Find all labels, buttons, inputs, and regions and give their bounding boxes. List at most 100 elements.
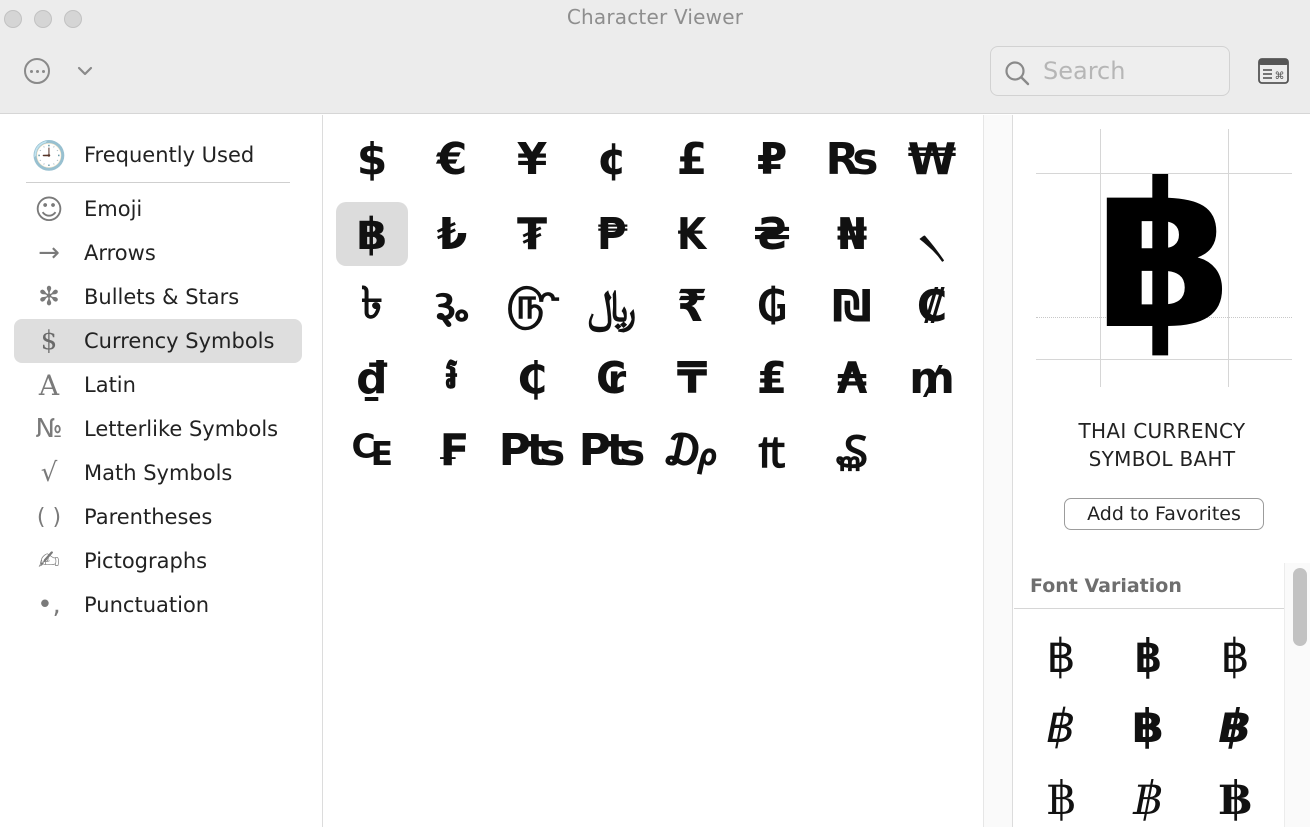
character-cell[interactable]: ₧ — [576, 418, 648, 482]
character-cell[interactable]: ₠ — [336, 418, 408, 482]
smiley-icon: ☺ — [34, 192, 64, 226]
sidebar-item-label: Pictographs — [84, 549, 208, 573]
category-sidebar: 🕘 Frequently Used ☺ Emoji → Arrows ✻ Bullets & … — [0, 115, 323, 827]
character-name: THAI CURRENCY SYMBOL BAHT — [1014, 417, 1310, 473]
sidebar-separator — [26, 182, 290, 183]
font-variation-cell[interactable]: ฿ — [1113, 765, 1183, 827]
character-name-line-1: THAI CURRENCY — [1078, 419, 1246, 443]
character-cell[interactable]: ৲ — [896, 202, 968, 266]
character-cell[interactable]: ₺ — [416, 202, 488, 266]
arrow-right-icon: → — [38, 238, 60, 268]
sidebar-item-label: Latin — [84, 373, 136, 397]
sidebar-item-bullets-stars[interactable]: ✻ Bullets & Stars — [14, 275, 302, 319]
font-variation-cell[interactable]: ฿ — [1113, 693, 1183, 759]
ellipsis-dot — [35, 69, 39, 73]
sidebar-item-label: Arrows — [84, 241, 156, 265]
add-to-favorites-button[interactable]: Add to Favorites — [1064, 498, 1264, 530]
character-cell[interactable]: ₫ — [336, 346, 408, 410]
character-cell[interactable]: ₶ — [736, 418, 808, 482]
font-variation-separator — [1014, 608, 1284, 609]
sidebar-item-frequently-used[interactable]: 🕘 Frequently Used — [14, 133, 302, 177]
search-input[interactable] — [1043, 55, 1219, 87]
character-cell[interactable]: ₪ — [816, 274, 888, 338]
character-name-line-2: SYMBOL BAHT — [1088, 447, 1236, 471]
font-variation-cell[interactable]: ฿ — [1113, 623, 1183, 689]
detail-scrollbar-thumb[interactable] — [1293, 568, 1307, 646]
character-cell[interactable]: ₳ — [816, 346, 888, 410]
sidebar-item-label: Bullets & Stars — [84, 285, 240, 309]
sidebar-item-punctuation[interactable]: •, Punctuation — [14, 583, 302, 627]
sidebar-item-label: Emoji — [84, 197, 143, 221]
character-cell[interactable]: ₸ — [656, 346, 728, 410]
sidebar-item-letterlike-symbols[interactable]: № Letterlike Symbols — [14, 407, 302, 451]
sidebar-item-label: Currency Symbols — [84, 329, 275, 353]
character-cell[interactable]: ₧ — [496, 418, 568, 482]
character-cell[interactable]: ₣ — [416, 418, 488, 482]
punctuation-icon: •, — [37, 590, 61, 620]
chevron-down-icon[interactable] — [76, 62, 94, 80]
sidebar-item-emoji[interactable]: ☺ Emoji — [14, 187, 302, 231]
sidebar-item-parentheses[interactable]: ( ) Parentheses — [14, 495, 302, 539]
search-field[interactable] — [990, 46, 1230, 96]
character-cell[interactable]: ₢ — [576, 346, 648, 410]
parentheses-icon: ( ) — [36, 504, 62, 530]
character-cell[interactable]: ₷ — [816, 418, 888, 482]
character-cell[interactable]: ៛ — [416, 346, 488, 410]
character-cell[interactable]: ₡ — [896, 274, 968, 338]
svg-text:⌘: ⌘ — [1275, 71, 1285, 82]
character-cell[interactable]: ₥ — [896, 346, 968, 410]
title-bar: Character Viewer ⌘ — [0, 0, 1310, 114]
font-variation-header: Font Variation — [1030, 575, 1182, 597]
glyph-preview: ฿ — [1036, 129, 1292, 387]
font-variation-cell[interactable]: ฿ — [1026, 693, 1096, 759]
character-cell[interactable]: ₦ — [816, 202, 888, 266]
sidebar-item-math-symbols[interactable]: √ Math Symbols — [14, 451, 302, 495]
font-variation-cell[interactable]: ฿ — [1200, 765, 1270, 827]
character-cell[interactable]: ₽ — [736, 127, 808, 191]
font-variation-cell[interactable]: ฿ — [1026, 623, 1096, 689]
grid-scrollbar[interactable] — [983, 115, 1013, 827]
character-grid: $ € ¥ ¢ £ ₽ ₨ ₩ ฿ ₺ ₮ ₱ ₭ ₴ ₦ ৲ ৳ ૱ ௹ ﷼ ₹ ₲ ₪ ₡ ₫ ៛ ₵ ₢ ₸ ₤ ₳ ₥ ₠ ₣ ₧ ₧ ₯ ₶ ₷ — [324, 115, 983, 827]
sidebar-item-label: Math Symbols — [84, 461, 233, 485]
character-cell[interactable]: ₯ — [656, 418, 728, 482]
character-cell[interactable]: ₵ — [496, 346, 568, 410]
character-cell[interactable]: ₭ — [656, 202, 728, 266]
character-cell[interactable]: $ — [336, 127, 408, 191]
sidebar-item-label: Parentheses — [84, 505, 213, 529]
character-cell[interactable]: ﷼ — [576, 274, 648, 338]
character-cell[interactable]: £ — [656, 127, 728, 191]
sidebar-item-pictographs[interactable]: ✍ Pictographs — [14, 539, 302, 583]
sidebar-item-currency-symbols[interactable]: $ Currency Symbols — [14, 319, 302, 363]
sidebar-item-label: Letterlike Symbols — [84, 417, 279, 441]
window-title: Character Viewer — [566, 5, 744, 29]
character-cell[interactable]: ¥ — [496, 127, 568, 191]
character-cell[interactable]: ૱ — [416, 274, 488, 338]
sidebar-item-latin[interactable]: A Latin — [14, 363, 302, 407]
font-variation-cell[interactable]: ฿ — [1200, 623, 1270, 689]
character-detail-panel: ฿ THAI CURRENCY SYMBOL BAHT Add to Favor… — [1014, 115, 1310, 827]
sidebar-item-arrows[interactable]: → Arrows — [14, 231, 302, 275]
character-cell[interactable]: ₹ — [656, 274, 728, 338]
character-cell[interactable]: ₤ — [736, 346, 808, 410]
character-cell[interactable]: ௹ — [496, 274, 568, 338]
ellipsis-icon — [29, 69, 33, 73]
character-cell[interactable]: ৳ — [336, 274, 408, 338]
character-cell[interactable]: ₲ — [736, 274, 808, 338]
character-cell[interactable]: ₮ — [496, 202, 568, 266]
character-cell[interactable]: ₩ — [896, 127, 968, 191]
clock-icon: 🕘 — [31, 138, 67, 172]
character-cell[interactable]: ₴ — [736, 202, 808, 266]
font-variation-cell[interactable]: ฿ — [1026, 765, 1096, 827]
character-cell[interactable]: ฿ — [336, 202, 408, 266]
character-cell[interactable]: ¢ — [576, 127, 648, 191]
search-icon — [1005, 61, 1030, 86]
character-cell[interactable]: € — [416, 127, 488, 191]
keyboard-viewer-icon[interactable]: ⌘ — [1258, 58, 1289, 84]
latin-a-icon: A — [38, 368, 60, 402]
font-variation-cell[interactable]: ฿ — [1200, 693, 1270, 759]
ellipsis-dot — [41, 69, 45, 73]
character-cell[interactable]: ₱ — [576, 202, 648, 266]
sidebar-item-label: Punctuation — [84, 593, 210, 617]
more-options-button[interactable] — [24, 58, 50, 84]
character-cell[interactable]: ₨ — [816, 127, 888, 191]
